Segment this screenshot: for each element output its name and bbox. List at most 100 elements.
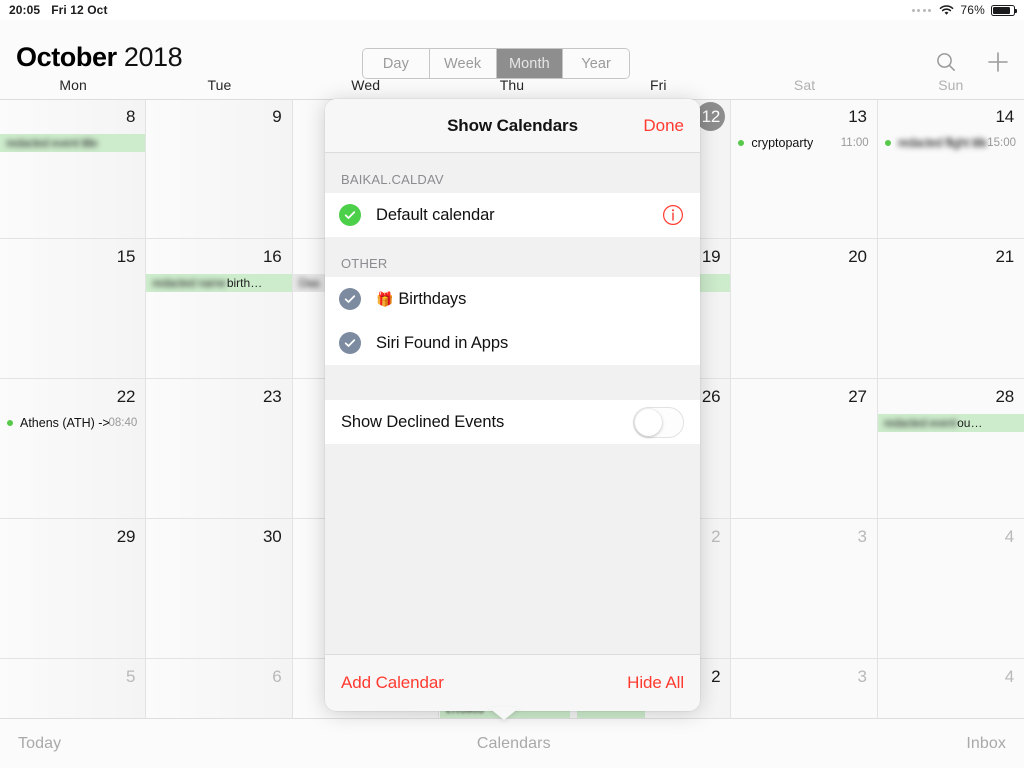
signal-dots-icon [911, 8, 934, 12]
calendar-event[interactable]: redacted event ou… [877, 413, 1024, 432]
calendar-day-cell[interactable]: 27 [731, 379, 878, 519]
calendar-event-time: 15:00 [987, 136, 1016, 149]
segment-year[interactable]: Year [563, 49, 629, 78]
title-month: October [16, 42, 117, 72]
calendar-event-time: 08:40 [108, 416, 138, 429]
segment-week[interactable]: Week [429, 49, 497, 78]
show-declined-events-toggle[interactable] [633, 406, 684, 438]
calendar-row-birthdays[interactable]: 🎁 Birthdays [325, 277, 700, 322]
navigation-bar: October 2018 Day Week Month Year [0, 20, 1024, 79]
calendar-event-row: cryptoparty 11:00 [731, 136, 876, 150]
calendar-day-cell[interactable]: 13 cryptoparty 11:00 [731, 99, 878, 239]
tab-inbox[interactable]: Inbox [966, 735, 1024, 753]
popover-body: BAIKAL.CALDAV Default calendar OTHER 🎁 B… [325, 153, 700, 654]
segment-day[interactable]: Day [363, 49, 430, 78]
tab-calendars[interactable]: Calendars [477, 735, 551, 753]
status-bar-right: 76% [911, 3, 1024, 17]
info-icon[interactable] [662, 204, 684, 226]
calendar-day-cell[interactable]: 3 [731, 519, 878, 659]
calendar-day-cell[interactable]: 15 [0, 239, 147, 379]
calendar-event-time: 11:00 [840, 136, 869, 149]
calendar-event-title-tail: ou… [957, 415, 983, 430]
weekday-mon: Mon [59, 77, 87, 93]
calendar-color-dot-icon [7, 419, 13, 426]
calendar-day-cell[interactable]: 29 [0, 519, 147, 659]
calendar-event-title: cryptoparty [751, 135, 814, 150]
checkmark-icon[interactable] [339, 288, 361, 310]
calendar-name-text: Birthdays [398, 289, 467, 308]
plus-icon[interactable] [986, 50, 1010, 74]
calendar-event[interactable]: redacted flight title 15:00 [878, 133, 1024, 152]
calendar-event-title: Athens (ATH) ->… [20, 415, 109, 430]
checkmark-icon[interactable] [339, 204, 361, 226]
calendar-day-cell[interactable]: 21 [877, 239, 1024, 379]
calendar-event-row: Athens (ATH) ->…08:40 [0, 416, 145, 430]
calendar-day-cell[interactable]: 8 redacted event title [0, 99, 147, 239]
done-button[interactable]: Done [643, 116, 684, 136]
calendar-event-bar: redacted name birth… [146, 273, 292, 292]
page-title: October 2018 [16, 42, 183, 73]
day-number: 21 [995, 247, 1014, 266]
calendar-event[interactable]: redacted event title [0, 133, 146, 152]
popover-title: Show Calendars [447, 115, 578, 135]
calendar-row-default-calendar[interactable]: Default calendar [325, 193, 700, 237]
show-declined-events-label: Show Declined Events [341, 412, 505, 431]
calendar-day-cell[interactable]: 9 [146, 99, 293, 239]
day-number: 16 [263, 247, 282, 266]
popover-arrow [488, 707, 520, 720]
calendar-event-title: redacted event [883, 415, 957, 430]
wifi-icon [939, 4, 954, 16]
calendar-day-cell[interactable]: 30 [146, 519, 293, 659]
status-bar: 20:05 Fri 12 Oct 76% [0, 0, 1024, 20]
calendar-event-bar: redacted event ou… [877, 413, 1024, 432]
weekday-tue: Tue [207, 77, 232, 93]
calendar-name-text: Default calendar [376, 205, 495, 224]
weekday-sat: Sat [793, 77, 816, 93]
add-calendar-button[interactable]: Add Calendar [341, 673, 444, 693]
day-number: 3 [857, 667, 867, 686]
day-number: 4 [1004, 527, 1014, 546]
calendar-event[interactable]: redacted name birth… [146, 273, 292, 292]
calendar-event[interactable]: cryptoparty 11:00 [731, 133, 876, 152]
checkmark-icon[interactable] [339, 332, 361, 354]
day-number: 6 [272, 667, 282, 686]
day-number: 15 [116, 247, 136, 266]
calendar-event-title-tail: birth… [226, 275, 263, 290]
calendar-day-cell[interactable]: 22 Athens (ATH) ->…08:40 [0, 379, 147, 519]
popover-header: Show Calendars Done [325, 99, 700, 153]
day-number: 29 [116, 527, 136, 546]
calendar-day-cell[interactable]: 16 redacted name birth… [146, 239, 293, 379]
search-icon[interactable] [934, 50, 958, 74]
calendar-event[interactable]: Athens (ATH) ->…08:40 [0, 413, 145, 432]
calendar-event-bar: redacted event title [0, 133, 146, 152]
section-header-other: OTHER [341, 256, 388, 271]
calendar-name-label: Default calendar [376, 206, 495, 225]
show-declined-events-row[interactable]: Show Declined Events [325, 400, 700, 444]
calendar-day-cell[interactable]: 14 redacted flight title 15:00 [877, 99, 1024, 239]
tab-today[interactable]: Today [0, 735, 61, 753]
segment-month[interactable]: Month [496, 49, 564, 78]
calendar-day-cell[interactable]: 4 [877, 519, 1024, 659]
status-bar-left: 20:05 Fri 12 Oct [0, 3, 108, 17]
calendar-color-dot-icon [884, 139, 891, 146]
calendar-day-cell[interactable]: 20 [731, 239, 878, 379]
calendar-color-dot-icon [738, 139, 745, 146]
day-number: 20 [848, 247, 867, 266]
status-date: Fri 12 Oct [51, 3, 108, 17]
calendar-row-siri-found-in-apps[interactable]: Siri Found in Apps [325, 321, 700, 365]
day-number: 27 [848, 387, 867, 406]
calendar-event-title: redacted flight title [897, 135, 988, 150]
day-number: 5 [126, 667, 136, 686]
day-number: 19 [701, 247, 721, 266]
hide-all-button[interactable]: Hide All [627, 673, 684, 693]
calendar-day-cell[interactable]: 23 [146, 379, 293, 519]
day-number: 2 [711, 527, 721, 546]
day-number: 30 [263, 527, 282, 546]
battery-percent: 76% [960, 3, 985, 17]
view-segmented-control[interactable]: Day Week Month Year [362, 48, 630, 79]
day-number: 26 [701, 387, 721, 406]
day-number: 4 [1004, 667, 1014, 686]
nav-icon-group [934, 50, 1010, 74]
calendar-day-cell[interactable]: 28 redacted event ou… [877, 379, 1024, 519]
